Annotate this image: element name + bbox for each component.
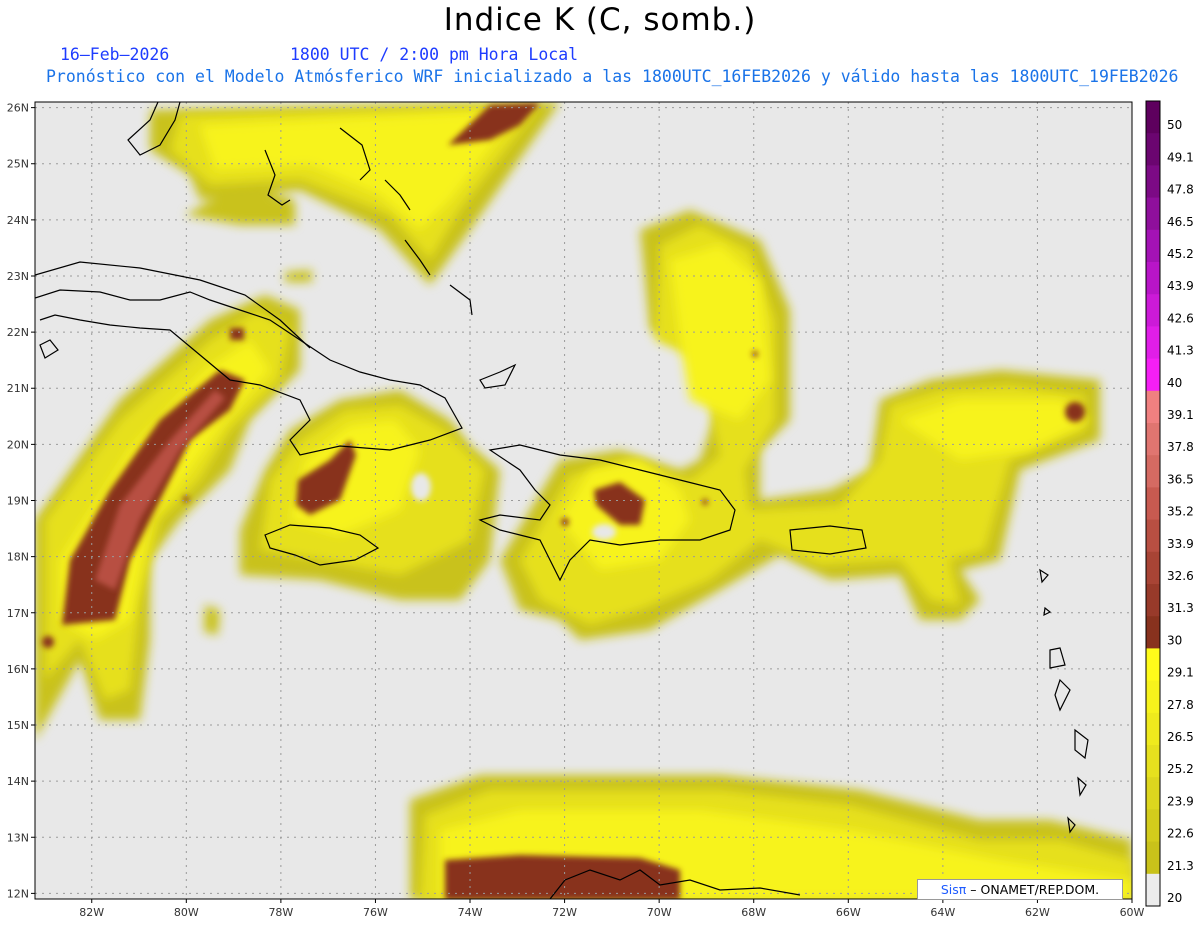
colorbar-swatch xyxy=(1146,712,1160,746)
lat-tick-label: 20N xyxy=(7,438,29,451)
lon-tick-label: 70W xyxy=(647,906,672,919)
colorbar-swatch xyxy=(1146,390,1160,424)
colorbar-swatch xyxy=(1146,745,1160,778)
colorbar-swatch xyxy=(1146,777,1160,810)
colorbar-label: 27.8 xyxy=(1167,698,1194,712)
lat-tick-label: 22N xyxy=(7,326,29,339)
colorbar-label: 36.5 xyxy=(1167,472,1194,486)
colorbar-swatch xyxy=(1146,133,1160,166)
colorbar-swatch xyxy=(1146,294,1160,327)
longitude-axis: 82W 80W 78W 76W 74W 72W 70W 68W 66W 64W 62W 60W xyxy=(79,899,1145,919)
colorbar-label: 26.5 xyxy=(1167,730,1194,744)
lat-tick-label: 17N xyxy=(7,607,29,620)
lat-tick-label: 15N xyxy=(7,719,29,732)
colorbar-swatch xyxy=(1146,519,1160,553)
colorbar-swatch xyxy=(1146,358,1160,392)
lat-tick-label: 13N xyxy=(7,831,29,844)
colorbar-label: 42.6 xyxy=(1167,311,1194,325)
lat-tick-label: 19N xyxy=(7,495,29,508)
colorbar-label: 31.3 xyxy=(1167,601,1194,615)
lon-tick-label: 74W xyxy=(458,906,483,919)
lon-tick-label: 68W xyxy=(741,906,766,919)
credit-box: Sisπ – ONAMET/REP.DOM. xyxy=(917,879,1123,900)
colorbar-swatch xyxy=(1146,809,1160,843)
colorbar-swatch-below-min xyxy=(1146,873,1160,906)
colorbar-label: 35.2 xyxy=(1167,505,1194,519)
colorbar-label: 23.9 xyxy=(1167,794,1194,808)
lon-tick-label: 62W xyxy=(1025,906,1050,919)
colorbar-label: 46.5 xyxy=(1167,215,1194,229)
sispi-logo: Sisπ xyxy=(940,882,967,897)
colorbar-swatch xyxy=(1146,165,1160,199)
colorbar-label: 30 xyxy=(1167,633,1182,647)
colorbar-swatch xyxy=(1146,680,1160,714)
colorbar-swatch xyxy=(1146,423,1160,456)
lon-tick-label: 76W xyxy=(363,906,388,919)
colorbar-swatch xyxy=(1146,197,1160,231)
colorbar-swatch xyxy=(1146,841,1160,875)
colorbar-label: 32.6 xyxy=(1167,569,1194,583)
latitude-axis: 26N 25N 24N 23N 22N 21N 20N 19N 18N 17N 16N 15N 14N 1… xyxy=(7,102,35,900)
lat-tick-label: 26N xyxy=(7,102,29,115)
colorbar-swatch xyxy=(1146,584,1160,617)
lat-tick-label: 12N xyxy=(7,887,29,900)
lat-tick-label: 23N xyxy=(7,270,29,283)
colorbar-swatch xyxy=(1146,551,1160,585)
lat-tick-label: 14N xyxy=(7,775,29,788)
colorbar-swatch xyxy=(1146,648,1160,682)
lon-tick-label: 80W xyxy=(174,906,199,919)
colorbar-label: 25.2 xyxy=(1167,762,1194,776)
colorbar-label: 41.3 xyxy=(1167,344,1194,358)
lat-tick-label: 16N xyxy=(7,663,29,676)
lon-tick-label: 64W xyxy=(930,906,955,919)
colorbar-swatch xyxy=(1146,262,1160,295)
lon-tick-label: 60W xyxy=(1120,906,1145,919)
colorbar-label: 40 xyxy=(1167,376,1182,390)
lat-tick-label: 25N xyxy=(7,158,29,171)
colorbar-label: 33.9 xyxy=(1167,537,1194,551)
colorbar-swatch xyxy=(1146,229,1160,263)
forecast-map: 26N 25N 24N 23N 22N 21N 20N 19N 18N 17N 16N 15N 14N 1… xyxy=(7,100,1194,919)
colorbar-label: 22.6 xyxy=(1167,827,1194,841)
colorbar-label: 45.2 xyxy=(1167,247,1194,261)
lat-tick-label: 24N xyxy=(7,214,29,227)
lon-tick-label: 78W xyxy=(268,906,293,919)
lat-tick-label: 21N xyxy=(7,382,29,395)
colorbar-swatch xyxy=(1146,455,1160,488)
colorbar-label: 50 xyxy=(1167,118,1182,132)
colorbar-label: 20 xyxy=(1167,891,1182,905)
colorbar-label: 29.1 xyxy=(1167,666,1194,680)
colorbar-label: 21.3 xyxy=(1167,859,1194,873)
lon-tick-label: 66W xyxy=(836,906,861,919)
lon-tick-label: 82W xyxy=(79,906,104,919)
colorbar-swatch xyxy=(1146,616,1160,649)
colorbar-swatch xyxy=(1146,326,1160,360)
colorbar-label: 49.1 xyxy=(1167,150,1194,164)
colorbar-label: 47.8 xyxy=(1167,183,1194,197)
lat-tick-label: 18N xyxy=(7,551,29,564)
colorbar-swatch xyxy=(1146,487,1160,521)
lon-tick-label: 72W xyxy=(552,906,577,919)
colorbar: 50 49.1 47.8 46.5 45.2 43.9 42.6 41.3 40 39.1 37.8… xyxy=(1145,100,1194,907)
colorbar-label: 39.1 xyxy=(1167,408,1194,422)
colorbar-label: 37.8 xyxy=(1167,440,1194,454)
credit-text: – ONAMET/REP.DOM. xyxy=(970,882,1100,897)
colorbar-swatch xyxy=(1146,101,1160,134)
colorbar-label: 43.9 xyxy=(1167,279,1194,293)
